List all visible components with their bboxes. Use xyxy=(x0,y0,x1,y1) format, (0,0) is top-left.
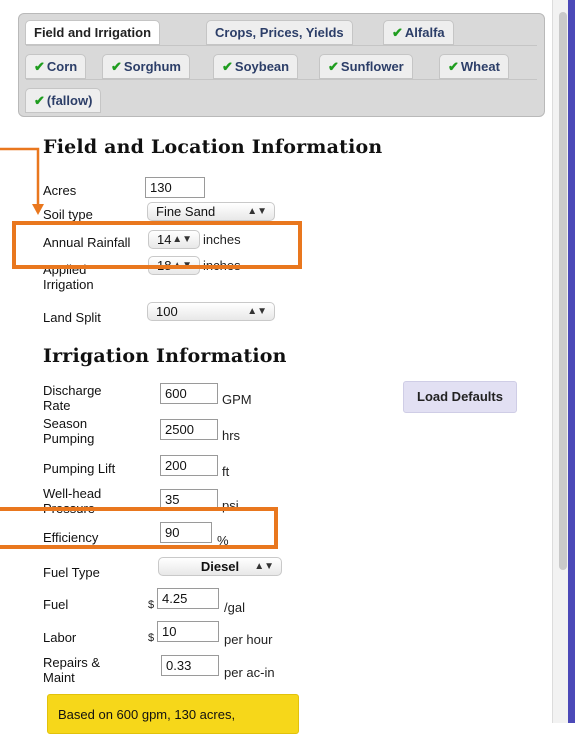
callout-arrowhead-icon xyxy=(32,204,44,215)
callout-arrow-overlay xyxy=(0,147,44,215)
callout-arrow-line xyxy=(0,147,40,205)
efficiency-highlight-box xyxy=(0,507,278,549)
scrollbar-thumb[interactable] xyxy=(559,12,567,570)
side-panel-edge xyxy=(568,0,575,723)
rainfall-highlight-box xyxy=(12,221,302,269)
